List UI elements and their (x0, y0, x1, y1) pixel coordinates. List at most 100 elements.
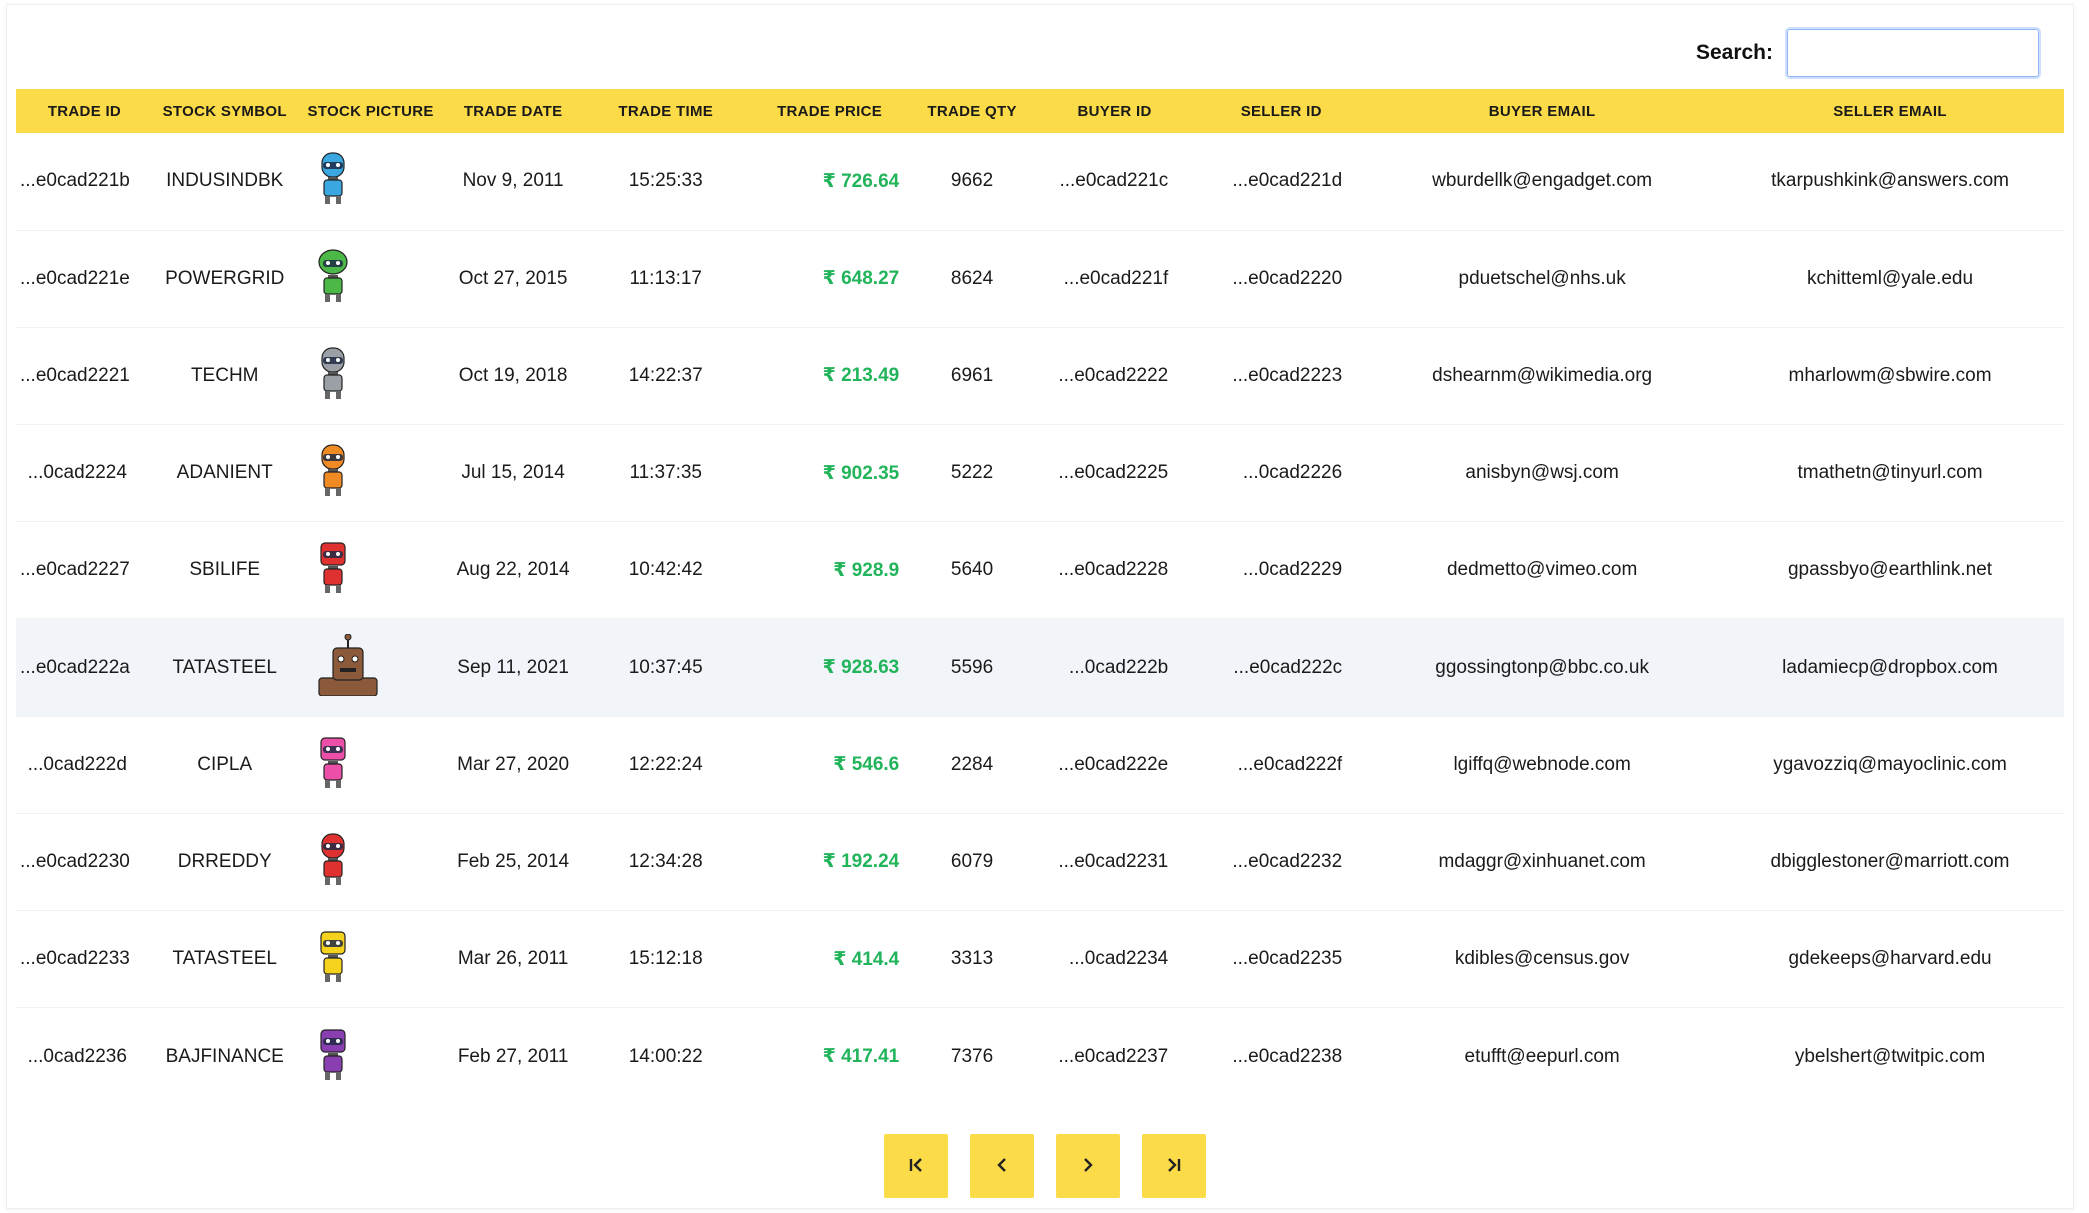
last-page-button[interactable] (1142, 1134, 1206, 1198)
seller-id-cell: ...e0cad221d (1232, 170, 1343, 192)
table-row[interactable]: ...0cad2236 BAJFINANCE Feb 27, 2011 14:00:… (16, 1008, 2064, 1105)
currency-symbol: ₹ (822, 268, 842, 290)
stock-picture-cell (297, 522, 445, 619)
seller-email-cell: kchitteml@yale.edu (1806, 267, 1974, 289)
buyer-email-cell: mdaggr@xinhuanet.com (1438, 850, 1646, 872)
price-value: 546.6 (851, 754, 900, 776)
currency-symbol: ₹ (822, 365, 842, 387)
price-value: 192.24 (841, 851, 900, 873)
price-value: 417.41 (841, 1046, 900, 1068)
prev-page-button[interactable] (970, 1134, 1034, 1198)
seller-id-cell: ...e0cad2223 (1232, 364, 1343, 386)
robot-avatar-icon (315, 150, 351, 212)
trade-qty-cell: 6961 (950, 364, 994, 386)
table-row[interactable]: ...e0cad2230 DRREDDY Feb 25, 2014 12:34:28… (16, 813, 2064, 911)
seller-email-cell: ybelshert@twitpic.com (1794, 1045, 1986, 1067)
first-page-button[interactable] (884, 1134, 948, 1198)
last-page-icon (1162, 1153, 1186, 1180)
trade-date-cell: Sep 11, 2021 (457, 656, 569, 678)
price-value: 726.64 (841, 170, 900, 192)
search-bar: Search: (1696, 27, 2041, 79)
buyer-id-cell: ...e0cad222e (1058, 753, 1169, 775)
trade-time-cell: 14:00:22 (628, 1045, 703, 1067)
trade-date-cell: Oct 27, 2015 (458, 267, 568, 289)
seller-id-cell: ...e0cad2235 (1232, 948, 1343, 970)
stock-picture-cell (297, 1008, 445, 1105)
robot-avatar-icon (315, 248, 351, 310)
column-header-stock-symbol[interactable]: STOCK SYMBOL (153, 89, 297, 133)
seller-id-cell: ...e0cad2238 (1232, 1045, 1343, 1067)
trade-qty-cell: 2284 (950, 753, 994, 775)
search-input[interactable] (1785, 27, 2041, 79)
column-header-trade-id[interactable]: TRADE ID (16, 89, 153, 133)
table-row[interactable]: ...e0cad2221 TECHM Oct 19, 2018 14:22:37 ₹ … (16, 327, 2064, 425)
first-page-icon (904, 1153, 928, 1180)
stock-symbol-cell: TATASTEEL (172, 656, 277, 678)
trade-time-cell: 11:13:17 (629, 267, 702, 289)
next-page-button[interactable] (1056, 1134, 1120, 1198)
column-header-trade-date[interactable]: TRADE DATE (445, 89, 582, 133)
column-header-buyer-id[interactable]: BUYER ID (1035, 89, 1194, 133)
table-row[interactable]: ...e0cad221e POWERGRID Oct 27, 2015 11:13:… (16, 230, 2064, 328)
column-header-stock-picture[interactable]: STOCK PICTURE (297, 89, 445, 133)
trade-qty-cell: 6079 (950, 850, 994, 872)
stock-symbol-cell: INDUSINDBK (166, 170, 284, 192)
trade-price-cell: ₹ 648.27 (750, 230, 909, 327)
stock-symbol-cell: CIPLA (197, 753, 253, 775)
seller-id-cell: ...e0cad2232 (1232, 850, 1343, 872)
price-value: 928.63 (841, 657, 900, 679)
trade-qty-cell: 9662 (950, 170, 994, 192)
buyer-email-cell: kdibles@census.gov (1454, 948, 1630, 970)
trade-date-cell: Feb 25, 2014 (457, 850, 570, 872)
buyer-id-cell: ...e0cad2222 (1058, 364, 1169, 386)
trade-time-cell: 11:37:35 (629, 462, 702, 484)
trade-qty-cell: 8624 (950, 267, 994, 289)
trade-id-cell: ...0cad222d (27, 753, 127, 775)
buyer-email-cell: wburdellk@engadget.com (1432, 170, 1653, 192)
column-header-seller-email[interactable]: SELLER EMAIL (1716, 89, 2064, 133)
stock-picture-cell (297, 327, 445, 424)
currency-symbol: ₹ (822, 462, 842, 484)
chevron-right-icon (1076, 1153, 1100, 1180)
stock-symbol-cell: BAJFINANCE (165, 1045, 284, 1067)
table-row[interactable]: ...e0cad221b INDUSINDBK Nov 9, 2011 15:25:… (16, 133, 2064, 231)
table-row[interactable]: ...e0cad222a TATASTEEL Sep 11, 2021 10:37:… (16, 618, 2064, 717)
seller-email-cell: ygavozziq@mayoclinic.com (1773, 753, 2007, 775)
trade-qty-cell: 5640 (950, 559, 994, 581)
column-header-buyer-email[interactable]: BUYER EMAIL (1368, 89, 1716, 133)
stock-symbol-cell: TECHM (190, 364, 259, 386)
table-row[interactable]: ...e0cad2233 TATASTEEL Mar 26, 2011 15:12:… (16, 911, 2064, 1008)
trade-id-cell: ...e0cad2230 (20, 850, 130, 872)
table-row[interactable]: ...e0cad2227 SBILIFE Aug 22, 2014 10:42:42… (16, 522, 2064, 619)
trade-date-cell: Aug 22, 2014 (456, 559, 570, 581)
stock-symbol-cell: POWERGRID (165, 267, 285, 289)
stock-picture-cell (297, 230, 445, 327)
stock-picture-cell (297, 716, 445, 813)
trade-price-cell: ₹ 414.4 (750, 911, 909, 1008)
column-header-trade-time[interactable]: TRADE TIME (582, 89, 750, 133)
trade-id-cell: ...e0cad2227 (20, 559, 130, 581)
robot-avatar-icon (315, 539, 351, 601)
trade-id-cell: ...0cad2236 (27, 1045, 127, 1067)
buyer-email-cell: etufft@eepurl.com (1464, 1045, 1620, 1067)
table-row[interactable]: ...0cad2224 ADANIENT Jul 15, 2014 11:37:35… (16, 425, 2064, 522)
stock-picture-cell (297, 133, 445, 230)
table-row[interactable]: ...0cad222d CIPLA Mar 27, 2020 12:22:24 ₹ 5… (16, 716, 2064, 814)
buyer-id-cell: ...e0cad221f (1063, 267, 1169, 289)
currency-symbol: ₹ (822, 657, 842, 679)
trade-price-cell: ₹ 902.35 (750, 425, 909, 522)
column-header-trade-qty[interactable]: TRADE QTY (909, 89, 1035, 133)
robot-avatar-icon (315, 345, 351, 407)
buyer-email-cell: dedmetto@vimeo.com (1446, 559, 1638, 581)
trade-price-cell: ₹ 546.6 (750, 716, 909, 813)
trade-id-cell: ...e0cad2233 (20, 948, 130, 970)
column-header-trade-price[interactable]: TRADE PRICE (750, 89, 909, 133)
trade-id-cell: ...0cad2224 (27, 462, 127, 484)
price-value: 902.35 (841, 462, 900, 484)
buyer-id-cell: ...0cad222b (1068, 656, 1169, 678)
price-value: 213.49 (841, 365, 900, 387)
column-header-seller-id[interactable]: SELLER ID (1194, 89, 1368, 133)
trade-price-cell: ₹ 928.63 (750, 619, 909, 716)
seller-id-cell: ...0cad2229 (1242, 559, 1343, 581)
trade-date-cell: Feb 27, 2011 (457, 1045, 569, 1067)
